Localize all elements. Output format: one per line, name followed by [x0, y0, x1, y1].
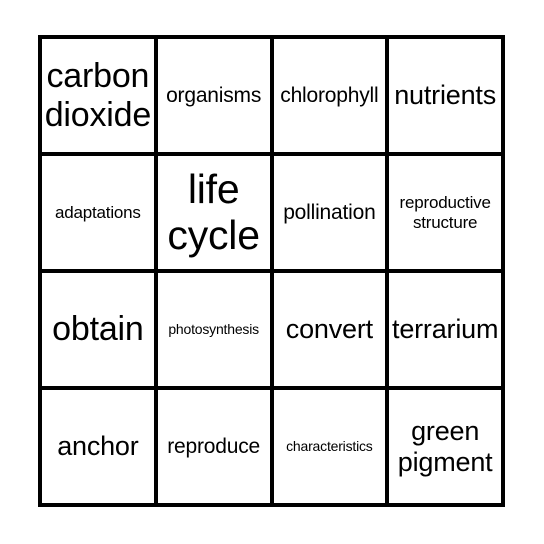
bingo-cell-label: organisms — [166, 83, 262, 107]
bingo-cell-label: nutrients — [394, 80, 496, 111]
bingo-cell[interactable]: organisms — [157, 39, 274, 156]
bingo-cell-label: terrarium — [392, 314, 499, 345]
bingo-cell-label: reproduce — [167, 434, 260, 458]
bingo-cell[interactable]: terrarium — [389, 273, 505, 390]
bingo-card-grid: carbon dioxide organisms chlorophyll nut… — [38, 35, 505, 507]
bingo-cell[interactable]: convert — [273, 273, 390, 390]
bingo-cell-label: carbon dioxide — [44, 57, 152, 134]
bingo-cell-label: adaptations — [55, 202, 141, 222]
bingo-cell[interactable]: adaptations — [42, 156, 158, 273]
bingo-cell[interactable]: reproductive structure — [389, 156, 505, 273]
bingo-cell-label: characteristics — [286, 437, 373, 454]
bingo-cell[interactable]: chlorophyll — [273, 39, 390, 156]
bingo-cell-label: obtain — [52, 310, 144, 349]
bingo-cell[interactable]: reproduce — [157, 390, 274, 507]
bingo-cell-label: convert — [285, 314, 373, 345]
bingo-cell-label: life cycle — [167, 165, 260, 258]
bingo-cell[interactable]: nutrients — [389, 39, 505, 156]
bingo-cell-label: chlorophyll — [280, 83, 379, 107]
bingo-cell[interactable]: characteristics — [273, 390, 390, 507]
bingo-cell-label: green pigment — [397, 416, 493, 477]
bingo-cell[interactable]: green pigment — [389, 390, 505, 507]
bingo-cell-label: anchor — [57, 431, 139, 462]
bingo-cell[interactable]: photosynthesis — [157, 273, 274, 390]
bingo-cell-label: pollination — [283, 200, 376, 224]
bingo-cell[interactable]: obtain — [42, 273, 158, 390]
bingo-cell[interactable]: anchor — [42, 390, 158, 507]
bingo-cell[interactable]: pollination — [273, 156, 390, 273]
bingo-cell[interactable]: life cycle — [157, 156, 274, 273]
bingo-cell[interactable]: carbon dioxide — [42, 39, 158, 156]
bingo-cell-label: photosynthesis — [168, 320, 259, 337]
bingo-cell-label: reproductive structure — [399, 193, 491, 232]
